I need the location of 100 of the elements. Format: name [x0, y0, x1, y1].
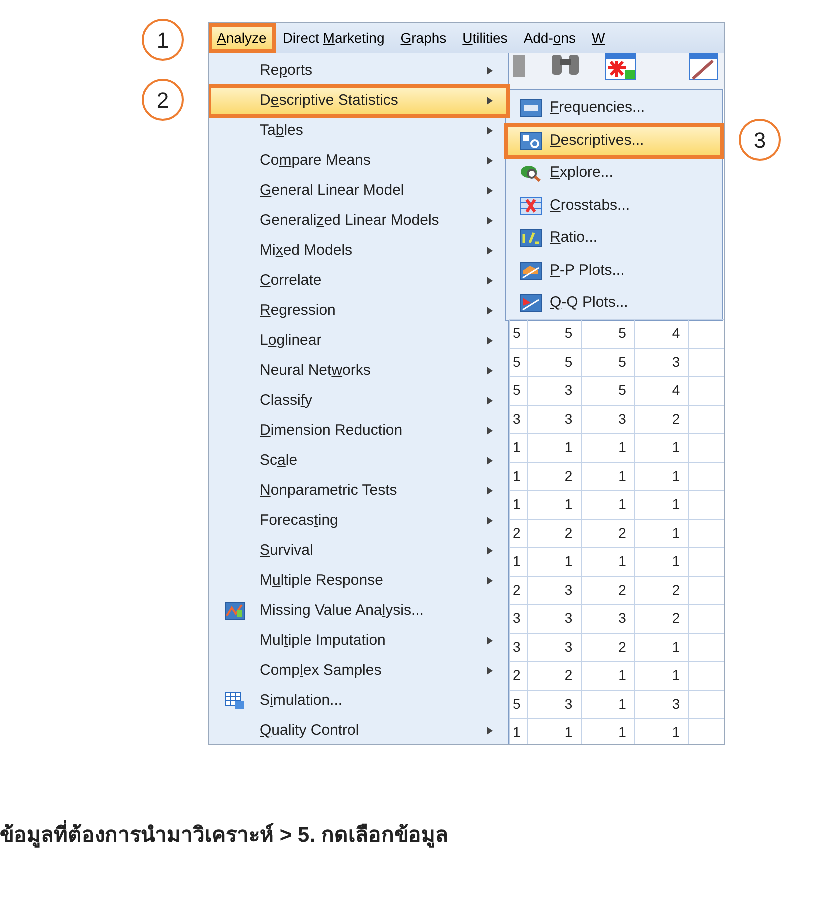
table-cell: 5	[581, 320, 635, 348]
table-cell: 5	[510, 690, 528, 718]
submenu-item[interactable]: P-P Plots...	[506, 254, 722, 287]
submenu-item[interactable]: Frequencies...	[506, 92, 722, 124]
menu-bar-item[interactable]: Direct Marketing	[274, 24, 393, 52]
submenu-arrow-icon	[486, 216, 494, 226]
table-cell: 1	[634, 662, 689, 690]
submenu-arrow-icon	[486, 96, 494, 106]
menu-item[interactable]: Classify	[209, 386, 508, 416]
table-cell: 3	[634, 348, 689, 376]
submenu-arrow-icon	[486, 336, 494, 346]
table-cell: 1	[581, 690, 635, 718]
table-cell: 4	[634, 320, 689, 348]
submenu-item[interactable]: Crosstabs...	[506, 190, 722, 222]
step-number: 1	[142, 19, 184, 61]
menu-bar-item[interactable]: Graphs	[392, 24, 455, 52]
step-number: 2	[142, 79, 184, 121]
menu-item[interactable]: Multiple Imputation	[209, 626, 508, 656]
menu-item[interactable]: Neural Networks	[209, 356, 508, 386]
menu-item[interactable]: Simulation...	[209, 686, 508, 716]
table-cell: 1	[634, 633, 689, 662]
table-cell: 2	[510, 576, 528, 604]
table-cell: 5	[527, 320, 582, 348]
submenu-arrow-icon	[486, 516, 494, 526]
menu-item[interactable]: Descriptive Statistics	[209, 86, 508, 116]
table-cell: 3	[527, 604, 582, 633]
table-cell: 3	[527, 376, 582, 405]
table-cell: 3	[581, 604, 635, 633]
menu-item[interactable]: Multiple Response	[209, 566, 508, 596]
table-cell: 3	[527, 633, 582, 662]
fraction-tile-icon	[520, 229, 542, 248]
table-cell: 5	[510, 348, 528, 376]
table-cell: 1	[634, 548, 689, 576]
table-cell: 4	[634, 376, 689, 405]
menu-item[interactable]: Forecasting	[209, 506, 508, 536]
table-cell: 3	[510, 604, 528, 633]
menu-item[interactable]: Generalized Linear Models	[209, 206, 508, 236]
submenu-arrow-icon	[486, 66, 494, 76]
table-cell: 3	[510, 405, 528, 434]
menu-item[interactable]: Tables	[209, 116, 508, 146]
table-cell: 1	[581, 662, 635, 690]
chart-tile-icon	[224, 602, 244, 620]
table-cell: 3	[510, 633, 528, 662]
menu-item[interactable]: Quality Control	[209, 716, 508, 744]
submenu-arrow-icon	[486, 366, 494, 376]
menu-bar-item[interactable]: Analyze	[209, 24, 275, 52]
table-pencil-icon[interactable]	[689, 53, 719, 83]
table-cell: 2	[634, 405, 689, 434]
menu-item[interactable]: Survival	[209, 536, 508, 566]
plot-tile-icon	[520, 294, 542, 312]
table-cell: 1	[581, 434, 635, 462]
plot-tile-icon	[520, 262, 542, 280]
submenu-arrow-icon	[486, 636, 494, 646]
menu-item[interactable]: Compare Means	[209, 146, 508, 176]
menu-item[interactable]: Dimension Reduction	[209, 416, 508, 446]
table-cell: 3	[527, 690, 582, 718]
submenu-arrow-icon	[486, 156, 494, 166]
menu-item[interactable]: Reports	[209, 56, 508, 86]
menu-item[interactable]: Complex Samples	[209, 656, 508, 686]
submenu-arrow-icon	[486, 426, 494, 436]
submenu-arrow-icon	[486, 186, 494, 196]
submenu-arrow-icon	[486, 306, 494, 316]
submenu-arrow-icon	[486, 486, 494, 496]
table-cell: 3	[527, 405, 582, 434]
menu-item[interactable]: Regression	[209, 296, 508, 326]
magnifier-icon	[520, 164, 542, 182]
table-cell: 1	[510, 718, 528, 744]
table-cell: 1	[581, 490, 635, 519]
menu-item[interactable]: Missing Value Analysis...	[209, 596, 508, 626]
submenu-arrow-icon	[486, 276, 494, 286]
step-number: 3	[739, 119, 781, 161]
menu-bar-item[interactable]: Add-ons	[516, 24, 584, 52]
submenu-item[interactable]: Descriptives...	[506, 124, 722, 157]
menu-item[interactable]: Correlate	[209, 266, 508, 296]
table-cell: 1	[581, 548, 635, 576]
table-cell: 2	[527, 662, 582, 690]
table-cell: 1	[634, 434, 689, 462]
submenu-arrow-icon	[486, 126, 494, 136]
table-cell: 1	[581, 462, 635, 490]
table-cell: 2	[634, 604, 689, 633]
table-cell: 2	[581, 519, 635, 548]
table-cell: 1	[527, 548, 582, 576]
menu-item[interactable]: Loglinear	[209, 326, 508, 356]
menu-bar-item[interactable]: W	[584, 24, 614, 52]
submenu-arrow-icon	[486, 576, 494, 586]
submenu-item[interactable]: Ratio...	[506, 222, 722, 254]
submenu-item[interactable]: Explore...	[506, 157, 722, 190]
menu-bar-item[interactable]: Utilities	[454, 24, 516, 52]
menu-item[interactable]: Nonparametric Tests	[209, 476, 508, 506]
table-cell: 2	[527, 519, 582, 548]
menu-item[interactable]: Scale	[209, 446, 508, 476]
table-cell: 1	[634, 462, 689, 490]
table-cell: 5	[527, 348, 582, 376]
table-cell: 1	[510, 434, 528, 462]
table-cell: 3	[581, 405, 635, 434]
menu-item[interactable]: General Linear Model	[209, 176, 508, 206]
table-cell: 2	[527, 462, 582, 490]
submenu-item[interactable]: Q-Q Plots...	[506, 287, 722, 320]
menu-item[interactable]: Mixed Models	[209, 236, 508, 266]
submenu-arrow-icon	[486, 246, 494, 256]
